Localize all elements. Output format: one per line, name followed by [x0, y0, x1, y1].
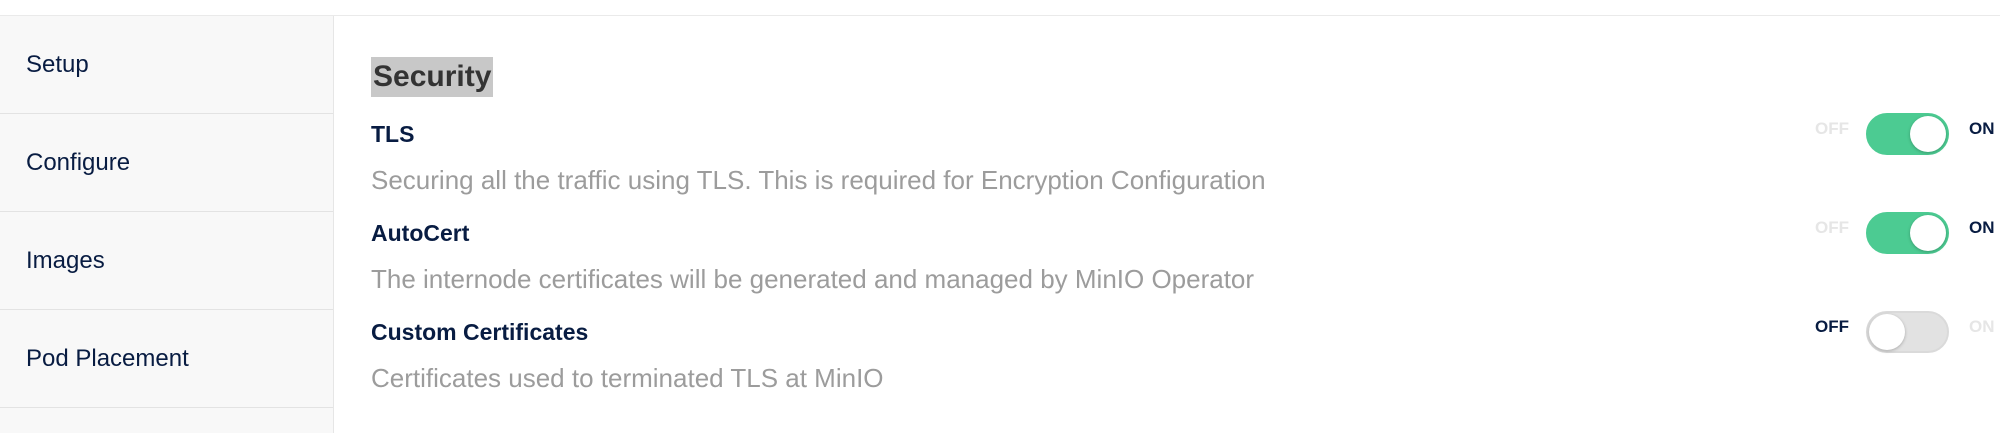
toggle-knob	[1869, 314, 1905, 350]
autocert-switch-group: OFF ON	[1815, 212, 1995, 256]
custom-certificates-toggle[interactable]	[1866, 311, 1949, 353]
setting-autocert: AutoCert The internode certificates will…	[371, 212, 1995, 294]
setting-description: Certificates used to terminated TLS at M…	[371, 363, 884, 393]
switch-off-label: OFF	[1815, 119, 1849, 138]
switch-off-label: OFF	[1815, 317, 1849, 336]
security-panel: Security TLS Securing all the traffic us…	[334, 16, 2000, 433]
toggle-knob	[1910, 215, 1946, 251]
sidebar-item-label: Configure	[26, 148, 131, 176]
switch-on-label: ON	[1969, 218, 1995, 237]
setting-description: Securing all the traffic using TLS. This…	[371, 165, 1266, 195]
custom-certificates-switch-group: OFF ON	[1815, 311, 1995, 355]
switch-on-label: ON	[1969, 119, 1995, 138]
setting-custom-certificates: Custom Certificates Certificates used to…	[371, 311, 1995, 393]
sidebar-item-label: Images	[26, 246, 105, 274]
wizard-sidebar: Setup Configure Images Pod Placement	[0, 16, 334, 433]
sidebar-item-setup[interactable]: Setup	[0, 16, 333, 114]
switch-on-label: ON	[1969, 317, 1995, 336]
sidebar-item-label: Pod Placement	[26, 344, 189, 372]
setting-tls: TLS Securing all the traffic using TLS. …	[371, 113, 1995, 195]
sidebar-item-images[interactable]: Images	[0, 212, 333, 310]
page-title: Security	[371, 57, 494, 97]
sidebar-item-pod-placement[interactable]: Pod Placement	[0, 310, 333, 408]
tls-switch-group: OFF ON	[1815, 113, 1995, 157]
sidebar-item-label: Setup	[26, 50, 89, 78]
setting-label: AutoCert	[371, 220, 470, 246]
setting-label: TLS	[371, 121, 415, 147]
sidebar-item-configure[interactable]: Configure	[0, 114, 333, 212]
toggle-knob	[1910, 116, 1946, 152]
autocert-toggle[interactable]	[1866, 212, 1949, 254]
setting-description: The internode certificates will be gener…	[371, 264, 1255, 294]
switch-off-label: OFF	[1815, 218, 1849, 237]
setting-label: Custom Certificates	[371, 319, 589, 345]
tls-toggle[interactable]	[1866, 113, 1949, 155]
